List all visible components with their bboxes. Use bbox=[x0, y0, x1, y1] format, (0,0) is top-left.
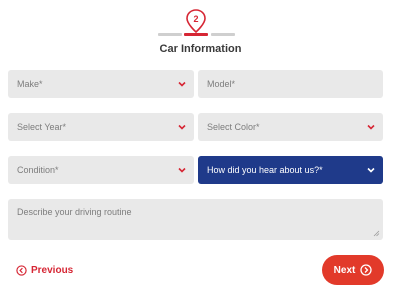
condition-placeholder: Condition* bbox=[17, 165, 59, 175]
chevron-down-icon bbox=[367, 124, 375, 130]
chevron-down-icon bbox=[178, 167, 186, 173]
previous-label: Previous bbox=[31, 264, 74, 276]
year-select[interactable]: Select Year* bbox=[8, 113, 194, 141]
condition-select[interactable]: Condition* bbox=[8, 156, 194, 184]
driving-routine-placeholder: Describe your driving routine bbox=[17, 207, 132, 217]
chevron-down-icon bbox=[178, 81, 186, 87]
chevron-down-icon bbox=[178, 124, 186, 130]
chevron-right-circle-icon bbox=[360, 264, 372, 276]
step-1-bar bbox=[158, 33, 182, 36]
model-field[interactable]: Model* bbox=[198, 70, 383, 98]
page-title: Car Information bbox=[159, 43, 242, 55]
previous-button[interactable]: Previous bbox=[16, 262, 73, 278]
make-placeholder: Make* bbox=[17, 79, 43, 89]
map-pin-icon: 2 bbox=[186, 9, 206, 34]
color-select[interactable]: Select Color* bbox=[198, 113, 383, 141]
current-step-marker: 2 bbox=[184, 8, 208, 34]
year-placeholder: Select Year* bbox=[17, 122, 67, 132]
color-placeholder: Select Color* bbox=[207, 122, 260, 132]
next-label: Next bbox=[333, 264, 356, 276]
current-step-number: 2 bbox=[193, 14, 198, 24]
referral-placeholder: How did you hear about us?* bbox=[207, 165, 323, 175]
chevron-left-circle-icon bbox=[16, 264, 27, 276]
driving-routine-textarea[interactable]: Describe your driving routine bbox=[8, 199, 383, 240]
model-placeholder: Model* bbox=[207, 79, 236, 89]
next-button[interactable]: Next bbox=[322, 255, 384, 285]
resize-handle-icon[interactable] bbox=[373, 230, 380, 237]
referral-select[interactable]: How did you hear about us?* bbox=[198, 156, 383, 184]
chevron-down-icon bbox=[367, 167, 375, 173]
step-3-bar bbox=[211, 33, 235, 36]
make-select[interactable]: Make* bbox=[8, 70, 194, 98]
